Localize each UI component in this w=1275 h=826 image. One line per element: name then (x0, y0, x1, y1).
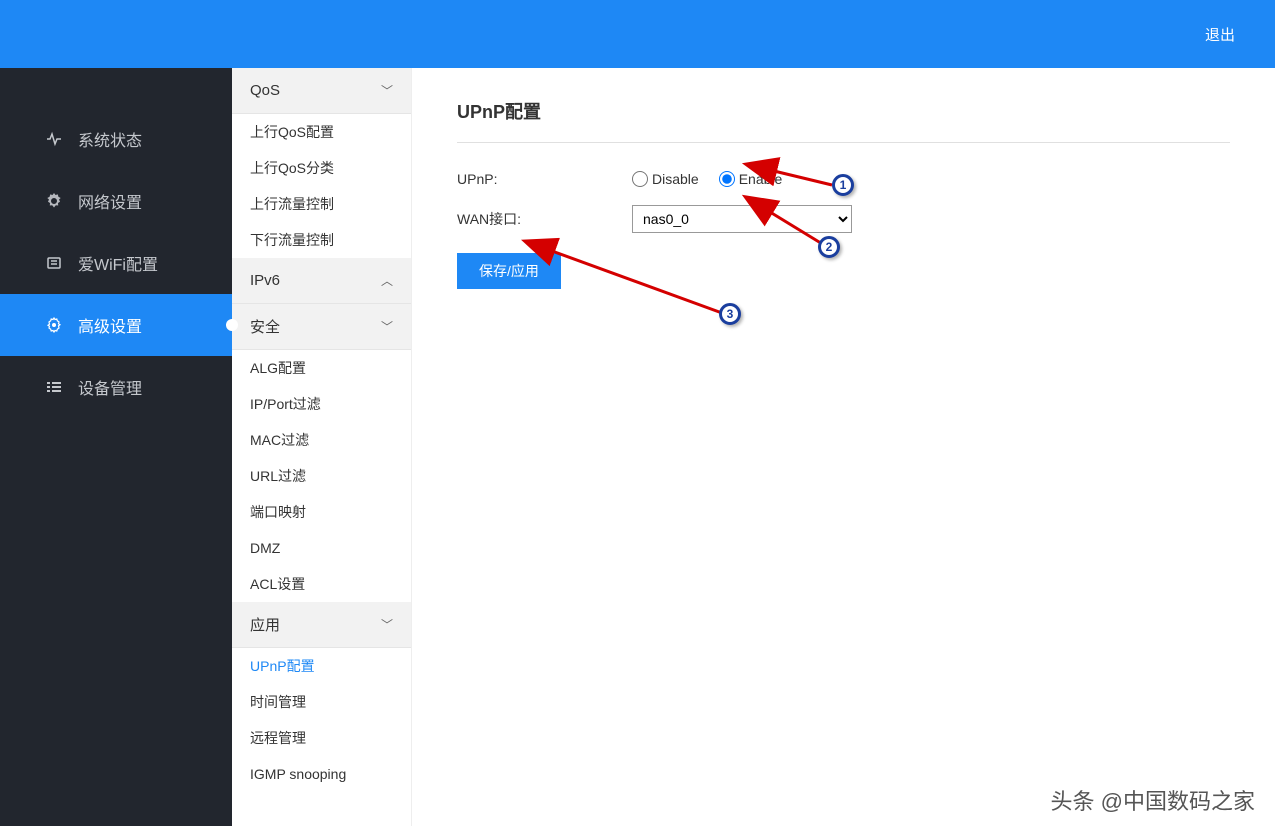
submenu-group-title: 安全 (250, 316, 280, 337)
chevron-up-icon: ︿ (381, 272, 393, 289)
submenu-item[interactable]: ACL设置 (232, 566, 411, 602)
gear-icon (45, 192, 63, 210)
wan-select[interactable]: nas0_0 (632, 205, 852, 233)
list-icon (45, 378, 63, 396)
sidebar-item-label: 网络设置 (78, 189, 142, 213)
wan-label: WAN接口: (457, 209, 632, 229)
save-button[interactable]: 保存/应用 (457, 253, 561, 289)
active-indicator (226, 319, 238, 331)
chevron-down-icon: ﹀ (381, 318, 393, 335)
logout-link[interactable]: 退出 (1205, 24, 1235, 45)
sidebar-item-network[interactable]: 网络设置 (0, 170, 232, 232)
upnp-label: UPnP: (457, 171, 632, 187)
radio-disable[interactable] (632, 171, 648, 187)
sidebar-item-device[interactable]: 设备管理 (0, 356, 232, 418)
submenu-item[interactable]: IP/Port过滤 (232, 386, 411, 422)
annotation-badge-3: 3 (719, 303, 741, 325)
sidebar-item-label: 系统状态 (78, 127, 142, 151)
chevron-down-icon: ﹀ (381, 82, 393, 99)
submenu-item[interactable]: 端口映射 (232, 494, 411, 530)
radio-label: Enable (739, 171, 783, 187)
submenu-item[interactable]: UPnP配置 (232, 648, 411, 684)
sidebar-item-wifi[interactable]: 爱WiFi配置 (0, 232, 232, 294)
gear-small-icon (45, 316, 63, 334)
upnp-disable-radio[interactable]: Disable (632, 171, 699, 187)
sidebar-item-status[interactable]: 系统状态 (0, 108, 232, 170)
submenu-group-header[interactable]: 安全 ﹀ (232, 304, 411, 350)
submenu-group-header[interactable]: IPv6 ︿ (232, 258, 411, 304)
submenu-item[interactable]: 上行QoS配置 (232, 114, 411, 150)
sidebar-item-label: 高级设置 (78, 313, 142, 337)
submenu-group-title: 应用 (250, 614, 280, 635)
submenu: QoS ﹀ 上行QoS配置上行QoS分类上行流量控制下行流量控制 IPv6 ︿ 安全 ﹀ AL… (232, 68, 412, 826)
submenu-item[interactable]: 上行流量控制 (232, 186, 411, 222)
submenu-item[interactable]: MAC过滤 (232, 422, 411, 458)
sidebar: 系统状态 网络设置 爱WiFi配置 高级设置 设备管理 (0, 68, 232, 826)
chevron-down-icon: ﹀ (381, 616, 393, 633)
upnp-row: UPnP: Disable Enable (457, 171, 1230, 187)
watermark: 头条 @中国数码之家 (1051, 784, 1255, 816)
submenu-item[interactable]: ALG配置 (232, 350, 411, 386)
sidebar-item-advanced[interactable]: 高级设置 (0, 294, 232, 356)
submenu-group-header[interactable]: 应用 ﹀ (232, 602, 411, 648)
radio-enable[interactable] (719, 171, 735, 187)
wan-row: WAN接口: nas0_0 (457, 205, 1230, 233)
radio-label: Disable (652, 171, 699, 187)
main-container: 系统状态 网络设置 爱WiFi配置 高级设置 设备管理 (0, 68, 1275, 826)
submenu-group-title: IPv6 (250, 272, 280, 289)
submenu-item[interactable]: 上行QoS分类 (232, 150, 411, 186)
submenu-group-header[interactable]: QoS ﹀ (232, 68, 411, 114)
wifi-icon (45, 254, 63, 272)
submenu-item[interactable]: 远程管理 (232, 720, 411, 756)
submenu-item[interactable]: URL过滤 (232, 458, 411, 494)
content: UPnP配置 UPnP: Disable Enable WAN接口: nas0_… (412, 68, 1275, 826)
page-title: UPnP配置 (457, 98, 1230, 143)
sidebar-item-label: 设备管理 (78, 375, 142, 399)
submenu-item[interactable]: IGMP snooping (232, 756, 411, 792)
header: 退出 (0, 0, 1275, 68)
submenu-item[interactable]: DMZ (232, 530, 411, 566)
sidebar-item-label: 爱WiFi配置 (78, 251, 158, 275)
upnp-enable-radio[interactable]: Enable (719, 171, 783, 187)
submenu-group-title: QoS (250, 82, 280, 99)
annotation-badge-2: 2 (818, 236, 840, 258)
pulse-icon (45, 130, 63, 148)
submenu-item[interactable]: 下行流量控制 (232, 222, 411, 258)
submenu-item[interactable]: 时间管理 (232, 684, 411, 720)
